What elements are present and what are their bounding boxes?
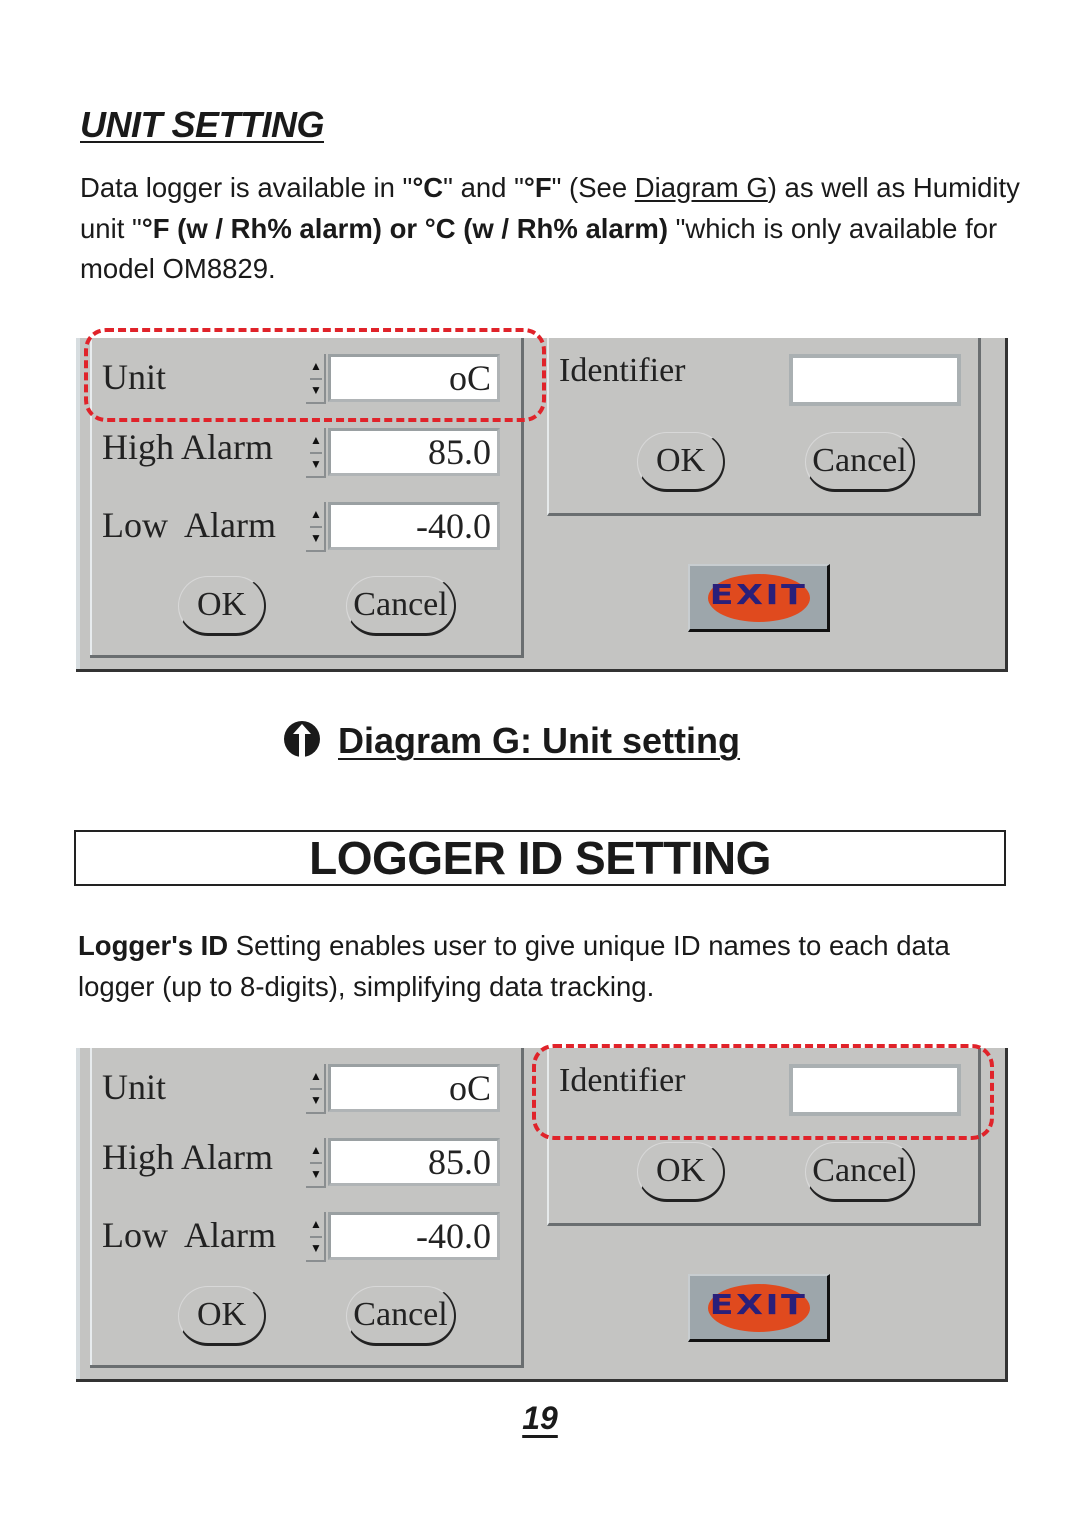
low-alarm-label: Low Alarm — [102, 505, 276, 545]
spin-down-icon[interactable]: ▼ — [310, 452, 322, 474]
spin-up-icon[interactable]: ▲ — [310, 1140, 322, 1160]
exit-button[interactable]: EXIT — [688, 564, 830, 632]
spin-down-icon[interactable]: ▼ — [310, 526, 322, 548]
high-alarm-label: High Alarm — [102, 1137, 273, 1177]
exit-label: EXIT — [709, 1288, 808, 1321]
identifier-field[interactable] — [789, 354, 961, 406]
caption-text: Diagram G: Unit setting — [338, 720, 741, 761]
unit-field[interactable]: oC — [328, 1064, 500, 1112]
alarm-cancel-button[interactable]: Cancel — [346, 576, 456, 636]
unit-spinner[interactable]: ▲ ▼ — [306, 1064, 326, 1114]
diagram-g-caption: Diagram G: Unit setting — [284, 720, 740, 762]
alarm-ok-button[interactable]: OK — [178, 576, 266, 636]
spin-up-icon[interactable]: ▲ — [310, 430, 322, 450]
celsius-unit: °C — [412, 172, 444, 203]
unit-setting-title: UNIT SETTING — [80, 104, 325, 145]
exit-label: EXIT — [709, 578, 808, 611]
spin-down-icon[interactable]: ▼ — [310, 1088, 322, 1110]
unit-highlight-box — [84, 328, 546, 422]
low-alarm-spinner[interactable]: ▲ ▼ — [306, 1212, 326, 1262]
identifier-cancel-button[interactable]: Cancel — [805, 432, 915, 492]
text-run: " (See — [551, 172, 635, 203]
alarm-cancel-button[interactable]: Cancel — [346, 1286, 456, 1346]
spin-down-icon[interactable]: ▼ — [310, 1236, 322, 1258]
text-run: Data logger is available in " — [80, 172, 413, 203]
page-number: 19 — [0, 1400, 1080, 1437]
fahrenheit-unit: °F — [523, 172, 552, 203]
spin-up-icon[interactable]: ▲ — [310, 1066, 322, 1086]
diagram-g-reference: Diagram G — [634, 172, 768, 203]
arrow-up-circle-icon — [284, 721, 320, 757]
spin-down-icon[interactable]: ▼ — [310, 1162, 322, 1184]
page-number-text: 19 — [522, 1400, 558, 1436]
exit-button[interactable]: EXIT — [688, 1274, 830, 1342]
unit-setting-paragraph: Data logger is available in "°C" and "°F… — [80, 168, 1020, 290]
low-alarm-field[interactable]: -40.0 — [328, 502, 500, 550]
high-alarm-label: High Alarm — [102, 427, 273, 467]
logger-id-paragraph: Logger's ID Setting enables user to give… — [78, 926, 1018, 1007]
high-alarm-spinner[interactable]: ▲ ▼ — [306, 1138, 326, 1188]
humidity-units: °F (w / Rh% alarm) or °C (w / Rh% alarm) — [141, 212, 668, 244]
spin-up-icon[interactable]: ▲ — [310, 1214, 322, 1234]
unit-label: Unit — [102, 1067, 167, 1107]
alarm-ok-button[interactable]: OK — [178, 1286, 266, 1346]
identifier-highlight-box — [532, 1044, 994, 1140]
loggers-id-bold: Logger's ID — [78, 930, 229, 961]
logger-id-setting-title: LOGGER ID SETTING — [74, 830, 1006, 886]
alarm-settings-panel: Unit ▲ ▼ oC High Alarm ▲ ▼ 85.0 Low Alarm … — [90, 1048, 524, 1368]
spin-up-icon[interactable]: ▲ — [310, 504, 322, 524]
low-alarm-label: Low Alarm — [102, 1215, 276, 1255]
identifier-panel: Identifier OK Cancel — [547, 338, 981, 516]
low-alarm-field[interactable]: -40.0 — [328, 1212, 500, 1260]
identifier-ok-button[interactable]: OK — [637, 432, 725, 492]
high-alarm-field[interactable]: 85.0 — [328, 1138, 500, 1186]
window-edge — [74, 338, 80, 669]
window-edge — [74, 1048, 80, 1379]
text-run: " and " — [443, 172, 524, 203]
identifier-ok-button[interactable]: OK — [637, 1142, 725, 1202]
high-alarm-field[interactable]: 85.0 — [328, 428, 500, 476]
identifier-cancel-button[interactable]: Cancel — [805, 1142, 915, 1202]
high-alarm-spinner[interactable]: ▲ ▼ — [306, 428, 326, 478]
identifier-label: Identifier — [559, 352, 686, 389]
low-alarm-spinner[interactable]: ▲ ▼ — [306, 502, 326, 552]
